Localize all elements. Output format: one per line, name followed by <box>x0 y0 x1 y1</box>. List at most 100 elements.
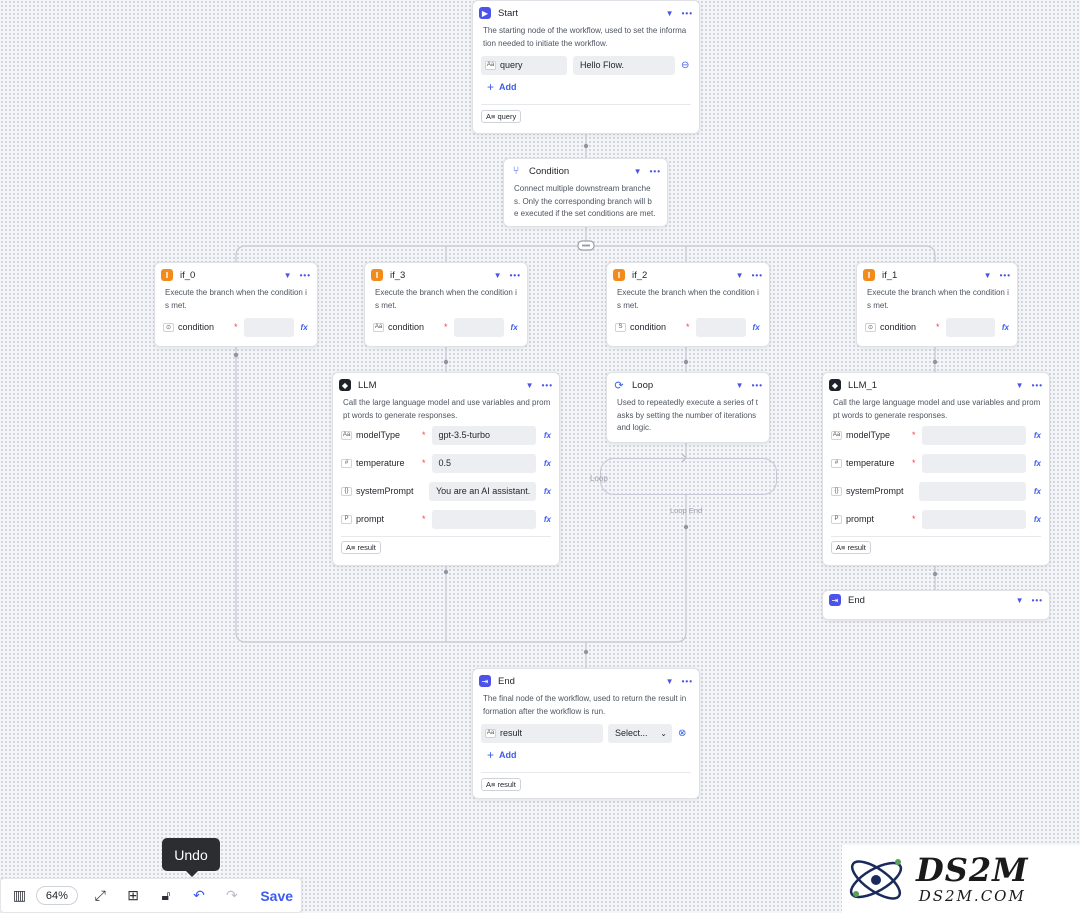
fx-icon[interactable]: fx <box>1034 431 1041 440</box>
more-icon[interactable]: ••• <box>1000 271 1011 280</box>
undo-tooltip: Undo <box>162 838 220 877</box>
fx-icon[interactable]: fx <box>544 487 551 496</box>
input-name-field[interactable]: Aa query <box>481 55 567 75</box>
fx-icon[interactable]: fx <box>1034 515 1041 524</box>
string-type-icon: Aa <box>485 728 496 738</box>
atom-logo-icon <box>849 859 903 900</box>
condition-input[interactable] <box>243 317 294 337</box>
fx-icon[interactable]: fx <box>544 459 551 468</box>
input-value-field[interactable]: Hello Flow. <box>573 55 675 75</box>
more-icon[interactable]: ••• <box>752 271 763 280</box>
llm-field-input[interactable]: gpt-3.5-turbo <box>431 425 536 445</box>
type-icon: Aa <box>831 430 842 440</box>
variable-select[interactable]: Select... ⌄ <box>608 723 672 743</box>
more-icon[interactable]: ••• <box>650 167 661 176</box>
type-icon: ⊙ <box>163 322 174 332</box>
string-type-icon: Aa <box>485 60 496 70</box>
llm-icon: ◆ <box>339 379 351 391</box>
branch-icon: ‖ <box>613 269 625 281</box>
condition-input[interactable] <box>695 317 746 337</box>
chevron-down-icon[interactable]: ▼ <box>1016 596 1024 605</box>
type-icon: P <box>831 514 842 524</box>
llm-node[interactable]: ◆ LLM ▼ ••• Call the large language model… <box>332 372 560 566</box>
type-icon: P <box>341 514 352 524</box>
end-icon: ⇥ <box>479 675 491 687</box>
llm-field-input[interactable] <box>919 481 1026 501</box>
llm-field-input[interactable]: You are an AI assistant. <box>429 481 536 501</box>
fx-icon[interactable]: fx <box>753 323 760 332</box>
lock-icon[interactable]: 🔓︎ <box>156 885 177 907</box>
chevron-down-icon[interactable]: ▼ <box>1016 381 1024 390</box>
more-icon[interactable]: ••• <box>1032 596 1043 605</box>
output-tag: A≡ result <box>831 541 871 554</box>
fit-view-icon[interactable]: ⤢ <box>90 885 111 907</box>
fx-icon[interactable]: fx <box>1002 323 1009 332</box>
llm-1-node[interactable]: ◆ LLM_1 ▼ ••• Call the large language mod… <box>822 372 1050 566</box>
llm-field-input[interactable] <box>431 509 536 529</box>
type-icon: # <box>341 458 352 468</box>
branch-icon: ‖ <box>371 269 383 281</box>
fx-icon[interactable]: fx <box>1034 487 1041 496</box>
type-icon: ⊙ <box>865 322 876 332</box>
remove-icon[interactable]: ⊖ <box>681 60 689 71</box>
end-node[interactable]: ⇥ End ▼ ••• The final node of the workflo… <box>472 668 700 799</box>
llm-field-input[interactable] <box>921 425 1026 445</box>
chevron-down-icon[interactable]: ▼ <box>666 9 674 18</box>
more-icon[interactable]: ••• <box>300 271 311 280</box>
branch-node-if-0[interactable]: ‖ if_0 ▼ ••• Execute the branch when the … <box>154 262 318 347</box>
undo-icon[interactable]: ↶ <box>189 885 210 907</box>
more-icon[interactable]: ••• <box>682 9 693 18</box>
chevron-down-icon[interactable]: ▼ <box>736 381 744 390</box>
type-icon: {} <box>831 486 842 496</box>
type-icon: S <box>615 322 626 332</box>
zoom-level[interactable]: 64% <box>35 886 78 905</box>
chevron-down-icon[interactable]: ▼ <box>634 167 642 176</box>
chevron-down-icon[interactable]: ▼ <box>494 271 502 280</box>
chevron-down-icon[interactable]: ▼ <box>666 677 674 686</box>
type-icon: # <box>831 458 842 468</box>
output-tag: A≡ query <box>481 110 522 123</box>
condition-input[interactable] <box>945 317 995 337</box>
chevron-down-icon: ⌄ <box>660 728 667 738</box>
more-icon[interactable]: ••• <box>510 271 521 280</box>
node-description: The starting node of the workflow, used … <box>483 26 687 48</box>
add-input-button[interactable]: + Add <box>473 76 699 98</box>
llm-field-input[interactable] <box>921 509 1026 529</box>
chevron-down-icon[interactable]: ▼ <box>736 271 744 280</box>
condition-input[interactable] <box>453 317 504 337</box>
condition-node[interactable]: ⑂ Condition ▼ ••• Connect multiple downst… <box>503 158 668 227</box>
end-node-collapsed[interactable]: ⇥ End ▼ ••• <box>822 590 1050 620</box>
more-icon[interactable]: ••• <box>682 677 693 686</box>
fx-icon[interactable]: fx <box>544 515 551 524</box>
start-icon: ▶ <box>479 7 491 19</box>
save-button[interactable]: Save <box>260 888 293 904</box>
redo-icon[interactable]: ↷ <box>221 885 242 907</box>
minimap-icon[interactable]: ▥ <box>9 885 30 907</box>
output-name-field[interactable]: Aa result <box>481 723 603 743</box>
fx-icon[interactable]: fx <box>301 323 308 332</box>
canvas-toolbar: ▥ 64% ⤢ ⊞ 🔓︎ ↶ ↷ Save <box>0 878 302 913</box>
fx-icon[interactable]: fx <box>511 323 518 332</box>
fx-icon[interactable]: fx <box>1034 459 1041 468</box>
type-icon: {} <box>341 486 352 496</box>
branch-node-if-3[interactable]: ‖ if_3 ▼ ••• Execute the branch when the … <box>364 262 528 347</box>
remove-icon[interactable]: ⊗ <box>678 728 686 739</box>
workflow-canvas[interactable]: ▶ Start ▼ ••• The starting node of the wo… <box>0 0 1080 913</box>
chevron-down-icon[interactable]: ▼ <box>526 381 534 390</box>
loop-node[interactable]: ⟳ Loop ▼ ••• Used to repeatedly execute a… <box>606 372 770 443</box>
more-icon[interactable]: ••• <box>1032 381 1043 390</box>
condition-icon: ⑂ <box>512 165 520 177</box>
fx-icon[interactable]: fx <box>544 431 551 440</box>
branch-node-if-1[interactable]: ‖ if_1 ▼ ••• Execute the branch when the … <box>856 262 1018 347</box>
branch-node-if-2[interactable]: ‖ if_2 ▼ ••• Execute the branch when the … <box>606 262 770 347</box>
chevron-down-icon[interactable]: ▼ <box>284 271 292 280</box>
llm-field-input[interactable]: 0.5 <box>431 453 536 473</box>
more-icon[interactable]: ••• <box>752 381 763 390</box>
layout-icon[interactable]: ⊞ <box>123 885 144 907</box>
add-output-button[interactable]: + Add <box>473 744 699 766</box>
loop-body-container[interactable] <box>600 458 777 495</box>
llm-field-input[interactable] <box>921 453 1026 473</box>
chevron-down-icon[interactable]: ▼ <box>984 271 992 280</box>
more-icon[interactable]: ••• <box>542 381 553 390</box>
start-node[interactable]: ▶ Start ▼ ••• The starting node of the wo… <box>472 0 700 134</box>
